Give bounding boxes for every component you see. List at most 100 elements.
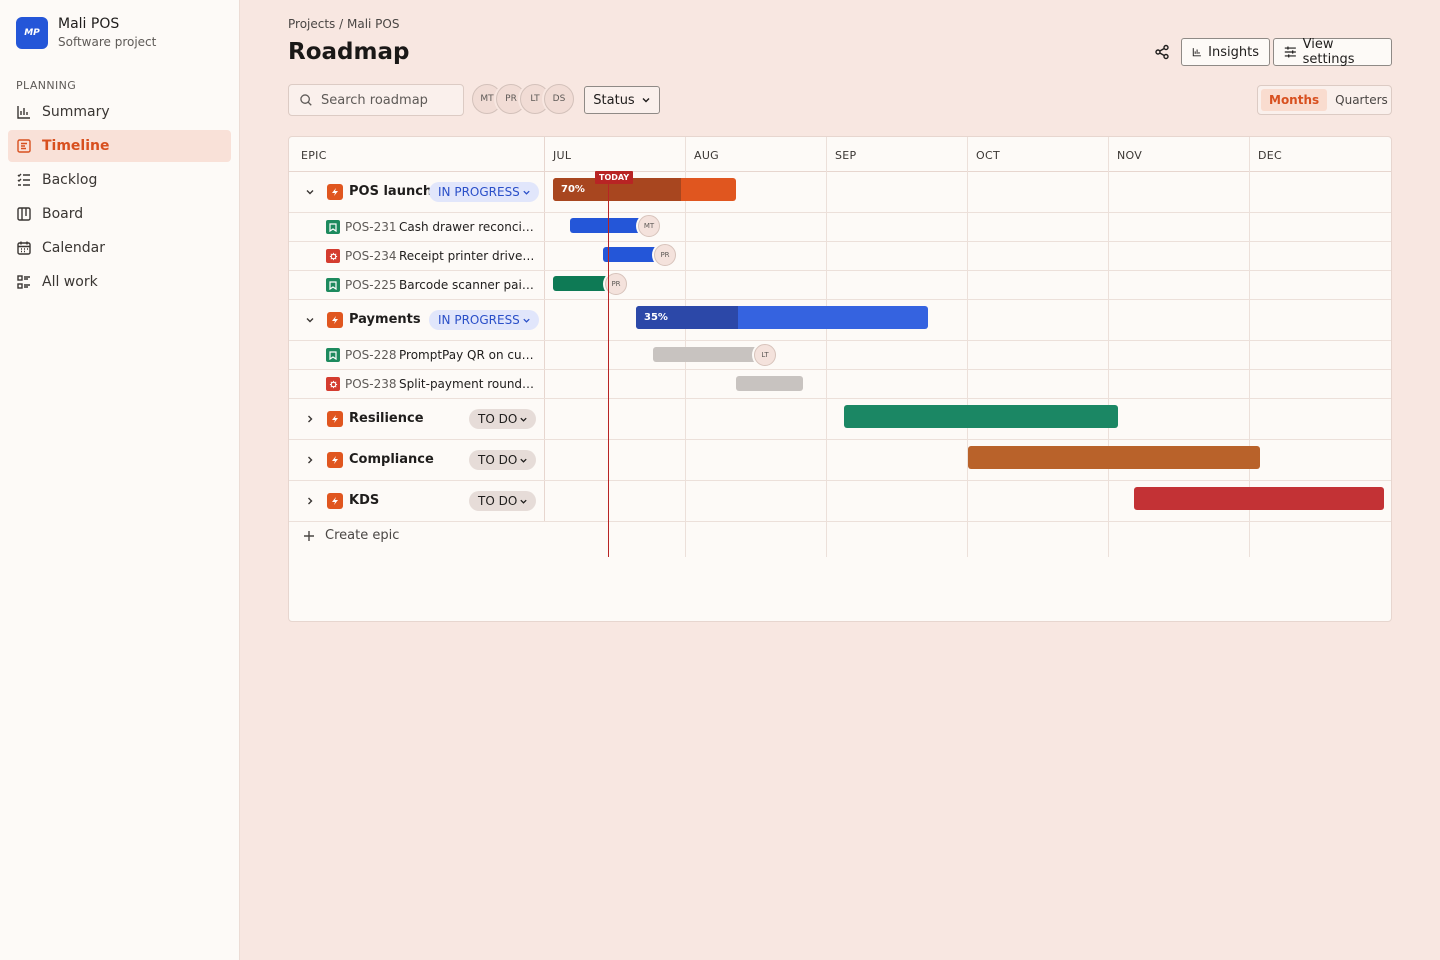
month-header-nov: NOV xyxy=(1117,149,1143,162)
chevron-right-icon xyxy=(308,456,313,464)
epic-bar-resilience[interactable] xyxy=(844,405,1118,428)
issue-key[interactable]: POS-231 xyxy=(345,220,397,234)
row-divider xyxy=(289,439,1391,440)
issue-summary[interactable]: Receipt printer driver fix xyxy=(399,249,537,263)
bug-glyph-icon xyxy=(329,380,337,388)
row-divider xyxy=(289,241,1391,242)
sidebar-item-label: Board xyxy=(42,206,84,222)
epic-status-pos-launch[interactable]: IN PROGRESS xyxy=(429,182,539,202)
row-divider xyxy=(289,299,1391,300)
issue-key[interactable]: POS-225 xyxy=(345,278,397,292)
chevron-down-icon xyxy=(520,417,527,422)
lightning-icon xyxy=(332,316,338,324)
epic-bar-pos-launch[interactable]: 70% xyxy=(553,178,736,201)
chevron-down-icon xyxy=(523,190,530,195)
sidebar-item-calendar[interactable]: Calendar xyxy=(8,232,231,264)
month-header-oct: OCT xyxy=(976,149,1000,162)
collapse-epic-pos-launch[interactable] xyxy=(303,185,317,199)
view-settings-label: View settings xyxy=(1302,37,1355,67)
expand-epic-compliance[interactable] xyxy=(303,453,317,467)
sidebar-item-all-work[interactable]: All work xyxy=(8,266,231,298)
epic-status-kds[interactable]: TO DO xyxy=(469,491,537,511)
board-icon xyxy=(17,207,31,221)
bug-glyph-icon xyxy=(329,252,337,260)
status-label: IN PROGRESS xyxy=(438,313,520,327)
search-box[interactable] xyxy=(288,84,464,116)
issue-key[interactable]: POS-234 xyxy=(345,249,397,263)
epic-bar-payments[interactable]: 35% xyxy=(636,306,928,329)
issue-summary[interactable]: Cash drawer reconciliation xyxy=(399,220,537,234)
month-header-sep: SEP xyxy=(835,149,857,162)
chevron-down-icon xyxy=(306,190,314,195)
issue-key[interactable]: POS-238 xyxy=(345,377,397,391)
create-epic-label: Create epic xyxy=(325,528,400,543)
breadcrumb[interactable]: Projects / Mali POS xyxy=(288,17,399,31)
view-mode-months[interactable]: Months xyxy=(1261,89,1328,111)
view-mode-toggle: Months Quarters xyxy=(1257,85,1392,115)
epic-name-resilience[interactable]: Resilience xyxy=(349,411,424,426)
project-name: Mali POS xyxy=(58,16,120,32)
issue-summary[interactable]: PromptPay QR on customer display xyxy=(399,348,537,362)
search-input[interactable] xyxy=(321,92,456,108)
expand-epic-kds[interactable] xyxy=(303,494,317,508)
row-divider xyxy=(289,521,1391,522)
project-type: Software project xyxy=(58,35,157,49)
epic-status-resilience[interactable]: TO DO xyxy=(469,409,537,429)
epic-icon xyxy=(327,184,343,200)
backlog-icon xyxy=(17,173,30,186)
collapse-epic-payments[interactable] xyxy=(303,313,317,327)
epic-bar-kds[interactable] xyxy=(1134,487,1384,510)
status-label: IN PROGRESS xyxy=(438,185,520,199)
project-logo: MP xyxy=(16,16,48,49)
share-icon xyxy=(1155,44,1169,60)
view-settings-button[interactable]: View settings xyxy=(1273,37,1392,67)
epic-name-kds[interactable]: KDS xyxy=(349,493,379,508)
issue-bar-pos-228[interactable] xyxy=(653,347,765,362)
story-icon xyxy=(326,348,340,362)
lightning-icon xyxy=(332,456,338,464)
issue-bar-pos-238[interactable] xyxy=(736,376,803,391)
month-header-jul: JUL xyxy=(553,149,572,162)
lightning-icon xyxy=(332,415,338,423)
assignee-filter: MT PR LT DS xyxy=(472,84,574,116)
lightning-icon xyxy=(332,188,338,196)
epic-bar-compliance[interactable] xyxy=(968,446,1260,469)
sidebar-item-board[interactable]: Board xyxy=(8,198,231,230)
avatar-filter-ds[interactable]: DS xyxy=(544,84,574,114)
sliders-icon xyxy=(1284,46,1296,58)
bookmark-icon xyxy=(329,222,337,232)
plus-icon xyxy=(304,530,314,541)
issue-key[interactable]: POS-228 xyxy=(345,348,397,362)
issue-bar-pos-225[interactable] xyxy=(553,276,611,291)
chevron-down-icon xyxy=(520,499,527,504)
view-mode-quarters[interactable]: Quarters xyxy=(1327,89,1396,111)
epic-name-pos-launch[interactable]: POS launch xyxy=(349,184,432,199)
sidebar-item-timeline[interactable]: Timeline xyxy=(8,130,231,162)
status-filter-button[interactable]: Status xyxy=(584,86,660,114)
sidebar-item-backlog[interactable]: Backlog xyxy=(8,164,231,196)
sidebar-item-label: Backlog xyxy=(42,172,98,188)
sidebar-item-summary[interactable]: Summary xyxy=(8,96,231,128)
share-button[interactable] xyxy=(1152,42,1172,62)
epic-name-payments[interactable]: Payments xyxy=(349,312,421,327)
epic-status-compliance[interactable]: TO DO xyxy=(469,450,537,470)
month-header-aug: AUG xyxy=(694,149,720,162)
insights-button[interactable]: Insights xyxy=(1181,38,1270,66)
issue-summary[interactable]: Split-payment rounding xyxy=(399,377,537,391)
expand-epic-resilience[interactable] xyxy=(303,412,317,426)
sidebar-item-label: Calendar xyxy=(42,240,105,256)
epic-name-compliance[interactable]: Compliance xyxy=(349,452,434,467)
epic-column-divider xyxy=(544,137,545,521)
epic-status-payments[interactable]: IN PROGRESS xyxy=(429,310,539,330)
chevron-down-icon xyxy=(520,458,527,463)
epic-progress-label: 70% xyxy=(561,184,585,195)
create-epic-button[interactable]: Create epic xyxy=(303,528,399,543)
chevron-down-icon xyxy=(306,318,314,323)
assignee-avatar[interactable]: PR xyxy=(654,244,676,266)
project-header[interactable]: MP Mali POS Software project xyxy=(16,16,156,49)
issue-summary[interactable]: Barcode scanner pairing xyxy=(399,278,537,292)
timeline-panel: EPIC JUL AUG SEP OCT NOV DEC POS launch … xyxy=(288,136,1392,622)
assignee-avatar[interactable]: MT xyxy=(638,215,660,237)
sidebar-item-label: All work xyxy=(42,274,98,290)
assignee-avatar[interactable]: LT xyxy=(754,344,776,366)
